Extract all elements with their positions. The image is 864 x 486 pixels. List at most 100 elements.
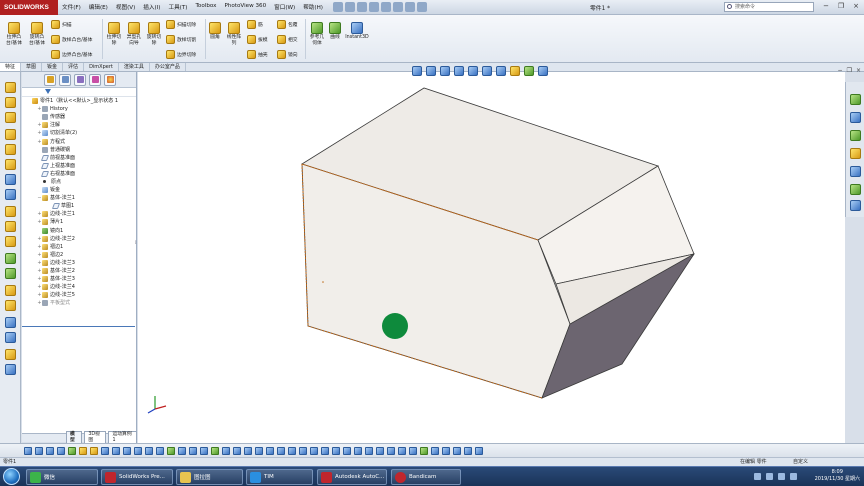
extrude-cut-button[interactable]: 拉伸切 除 xyxy=(105,22,123,46)
tree-item[interactable]: 上视基准面 xyxy=(22,162,136,170)
shaded-contours-icon[interactable] xyxy=(222,446,230,455)
closed-corner-icon[interactable] xyxy=(5,221,16,232)
view-palette-icon[interactable] xyxy=(850,166,861,177)
tree-filter[interactable] xyxy=(22,88,136,97)
cross-break-icon[interactable] xyxy=(5,206,16,217)
graphics-area[interactable] xyxy=(138,72,845,443)
check-sketch-icon[interactable] xyxy=(442,446,450,455)
line-icon[interactable] xyxy=(35,446,43,455)
tab-sketch[interactable]: 草图 xyxy=(21,63,43,71)
arc-icon[interactable] xyxy=(68,446,76,455)
offset-icon[interactable] xyxy=(123,446,131,455)
menu-view[interactable]: 视图(V) xyxy=(112,3,139,11)
taskbar-item-autocad[interactable]: Autodesk AutoC... xyxy=(317,469,387,485)
display-manager-tab[interactable] xyxy=(104,73,116,86)
extrude-boss-button[interactable]: 拉伸凸 台/基体 xyxy=(4,22,24,46)
hole-wizard-button[interactable]: 异型孔 向导 xyxy=(125,22,143,46)
tree-item[interactable]: + 切割清单(2) xyxy=(22,129,136,137)
view-settings-icon[interactable] xyxy=(538,66,548,76)
search-results-icon[interactable] xyxy=(850,148,861,159)
print-icon[interactable] xyxy=(368,2,379,12)
undo-icon[interactable] xyxy=(380,2,391,12)
tree-item[interactable]: 镜向1 xyxy=(22,227,136,235)
ellipse-icon[interactable] xyxy=(277,446,285,455)
centerline-icon[interactable] xyxy=(244,446,252,455)
minimize-icon[interactable]: − xyxy=(838,67,843,74)
section-view-icon[interactable] xyxy=(454,66,464,76)
rectangle-icon[interactable] xyxy=(46,446,54,455)
new-icon[interactable] xyxy=(332,2,343,12)
tab-office-products[interactable]: 办公室产品 xyxy=(150,63,186,71)
fillet-button[interactable]: 圆角 xyxy=(207,22,223,41)
tab-features[interactable]: 特征 xyxy=(0,63,22,71)
lofted-cut-button[interactable]: 放样切割 xyxy=(166,35,196,44)
tree-item[interactable]: + 褶边2 xyxy=(22,251,136,259)
fold-icon[interactable] xyxy=(5,253,16,264)
volume-icon[interactable] xyxy=(778,473,785,480)
tree-root[interactable]: 零件1（默认<<默认>_显示状态 1 xyxy=(22,97,136,105)
rollback-bar[interactable] xyxy=(22,326,135,327)
start-button[interactable] xyxy=(3,468,20,485)
input-method-icon[interactable] xyxy=(790,473,797,480)
tab-sheet-metal[interactable]: 钣金 xyxy=(42,63,64,71)
solidworks-logo[interactable]: SOLIDWORKS xyxy=(0,0,58,15)
intersect-button[interactable]: 相交 xyxy=(277,35,298,44)
quick-snaps-icon[interactable] xyxy=(189,446,197,455)
display-relations-icon[interactable] xyxy=(431,446,439,455)
menu-window[interactable]: 窗口(W) xyxy=(270,3,299,11)
repair-sketch-icon[interactable] xyxy=(178,446,186,455)
menu-file[interactable]: 文件(F) xyxy=(58,3,85,11)
hide-show-items-icon[interactable] xyxy=(496,66,506,76)
flatten-icon[interactable] xyxy=(5,268,16,279)
lofted-bend-icon[interactable] xyxy=(5,112,16,123)
taskbar-item-tim[interactable]: TIM xyxy=(246,469,313,485)
model-viewport[interactable] xyxy=(138,72,845,443)
miter-flange-icon[interactable] xyxy=(5,144,16,155)
spline-icon[interactable] xyxy=(79,446,87,455)
design-library-icon[interactable] xyxy=(850,112,861,123)
hem-icon[interactable] xyxy=(5,159,16,170)
panel-collapse-icon[interactable]: ⁞ xyxy=(135,240,137,246)
configuration-manager-tab[interactable] xyxy=(74,73,86,86)
edge-flange-icon[interactable] xyxy=(5,129,16,140)
smart-dimension-icon[interactable] xyxy=(90,446,98,455)
simple-hole-icon[interactable] xyxy=(5,332,16,343)
linear-pattern-icon[interactable] xyxy=(145,446,153,455)
menu-toolbox[interactable]: Toolbox xyxy=(191,3,220,11)
tree-item[interactable]: 右视基准面 xyxy=(22,170,136,178)
extruded-cut-icon[interactable] xyxy=(5,317,16,328)
boundary-cut-button[interactable]: 边界切除 xyxy=(166,50,196,59)
curves-button[interactable]: 曲线 xyxy=(327,22,343,41)
swept-cut-button[interactable]: 扫描切除 xyxy=(166,20,196,29)
copy-entities-icon[interactable] xyxy=(409,446,417,455)
tree-item[interactable]: + 褶边1 xyxy=(22,243,136,251)
menu-photoview[interactable]: PhotoView 360 xyxy=(220,3,270,11)
menu-insert[interactable]: 插入(I) xyxy=(139,3,164,11)
jog-line-icon[interactable] xyxy=(354,446,362,455)
slot-icon[interactable] xyxy=(266,446,274,455)
base-flange-icon[interactable] xyxy=(5,82,16,93)
exit-sketch-icon[interactable] xyxy=(475,446,483,455)
fillet-sketch-icon[interactable] xyxy=(288,446,296,455)
wrap-button[interactable]: 包覆 xyxy=(277,20,298,29)
tree-item[interactable]: + 平板型式 xyxy=(22,299,136,307)
tree-item[interactable]: + 薄片1 xyxy=(22,218,136,226)
corner-relief-icon[interactable] xyxy=(5,364,16,375)
tree-item[interactable]: 原点 xyxy=(22,178,136,186)
vent-icon[interactable] xyxy=(5,349,16,360)
select-icon[interactable] xyxy=(392,2,403,12)
tree-item[interactable]: + 基体-法兰2 xyxy=(22,267,136,275)
sketch-picture-icon[interactable] xyxy=(453,446,461,455)
convert-entities-icon[interactable] xyxy=(112,446,120,455)
menu-help[interactable]: 帮助(H) xyxy=(299,3,327,11)
no-bends-icon[interactable] xyxy=(5,285,16,296)
menu-edit[interactable]: 编辑(E) xyxy=(85,3,112,11)
taskbar-item-image-viewer[interactable]: 图拉图 xyxy=(176,469,243,485)
circular-pattern-icon[interactable] xyxy=(376,446,384,455)
appearances-icon[interactable] xyxy=(850,184,861,195)
tree-item[interactable]: 草图1 xyxy=(22,202,136,210)
taskbar-item-solidworks[interactable]: SolidWorks Pre... xyxy=(101,469,173,485)
close-icon[interactable]: × xyxy=(850,1,862,12)
loft-boss-button[interactable]: 放样凸台/基体 xyxy=(51,35,92,44)
file-explorer-icon[interactable] xyxy=(850,130,861,141)
